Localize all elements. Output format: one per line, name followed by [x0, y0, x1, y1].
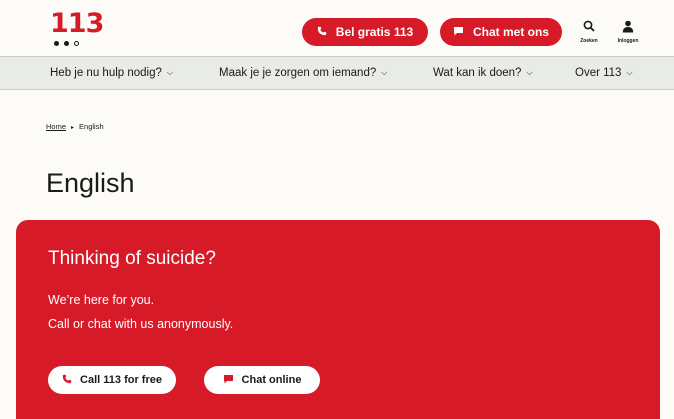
chat-bubble-icon [453, 25, 464, 39]
nav-item-label: Over 113 [575, 67, 622, 79]
login-label: Inloggen [617, 38, 639, 44]
chat-with-us-button[interactable]: Chat met ons [440, 18, 562, 46]
chat-bubble-icon [223, 374, 234, 387]
call-113-button[interactable]: Call 113 for free [48, 366, 176, 394]
call-113-label: Call 113 for free [80, 374, 162, 386]
call-free-button[interactable]: Bel gratis 113 [302, 18, 428, 46]
logo-text: 113 [50, 8, 104, 39]
site-header: 113 Bel gratis 113 Chat met ons Zoeken I… [0, 0, 674, 56]
nav-item-label: Maak je je zorgen om iemand? [219, 67, 377, 79]
chevron-down-icon: ⌵ [526, 68, 533, 77]
nav-item-label: Wat kan ik doen? [433, 67, 522, 79]
nav-item-what-can-i-do[interactable]: Wat kan ik doen? ⌵ [433, 57, 533, 89]
nav-item-about-113[interactable]: Over 113 ⌵ [575, 57, 633, 89]
chevron-down-icon: ⌵ [381, 68, 388, 77]
chat-online-button[interactable]: Chat online [204, 366, 320, 394]
search-icon [583, 20, 595, 32]
breadcrumb: Home ▸ English [46, 122, 104, 131]
main-navigation: Heb je nu hulp nodig? ⌵ Maak je je zorgen… [0, 56, 674, 90]
banner-text-line-2: Call or chat with us anonymously. [48, 317, 234, 331]
breadcrumb-current: English [79, 122, 104, 131]
crisis-banner: Thinking of suicide? We’re here for you.… [16, 220, 660, 419]
banner-text-line-1: We’re here for you. [48, 293, 155, 307]
chevron-down-icon: ⌵ [166, 68, 173, 77]
search-button[interactable]: Zoeken [569, 17, 609, 47]
chat-online-label: Chat online [241, 374, 302, 386]
chat-with-us-label: Chat met ons [472, 25, 549, 39]
nav-item-worried-about-someone[interactable]: Maak je je zorgen om iemand? ⌵ [219, 57, 387, 89]
user-icon [622, 20, 634, 33]
nav-item-need-help[interactable]: Heb je nu hulp nodig? ⌵ [50, 57, 173, 89]
phone-icon [62, 374, 72, 387]
login-button[interactable]: Inloggen [608, 17, 648, 47]
breadcrumb-arrow-icon: ▸ [71, 125, 75, 131]
search-label: Zoeken [580, 38, 598, 44]
chevron-down-icon: ⌵ [626, 68, 633, 77]
page-title: English [46, 168, 135, 198]
breadcrumb-home-link[interactable]: Home [46, 122, 66, 131]
banner-heading: Thinking of suicide? [48, 248, 216, 269]
logo-113[interactable]: 113 [50, 10, 110, 50]
phone-icon [317, 25, 327, 39]
call-free-label: Bel gratis 113 [335, 25, 414, 39]
nav-item-label: Heb je nu hulp nodig? [50, 67, 162, 79]
